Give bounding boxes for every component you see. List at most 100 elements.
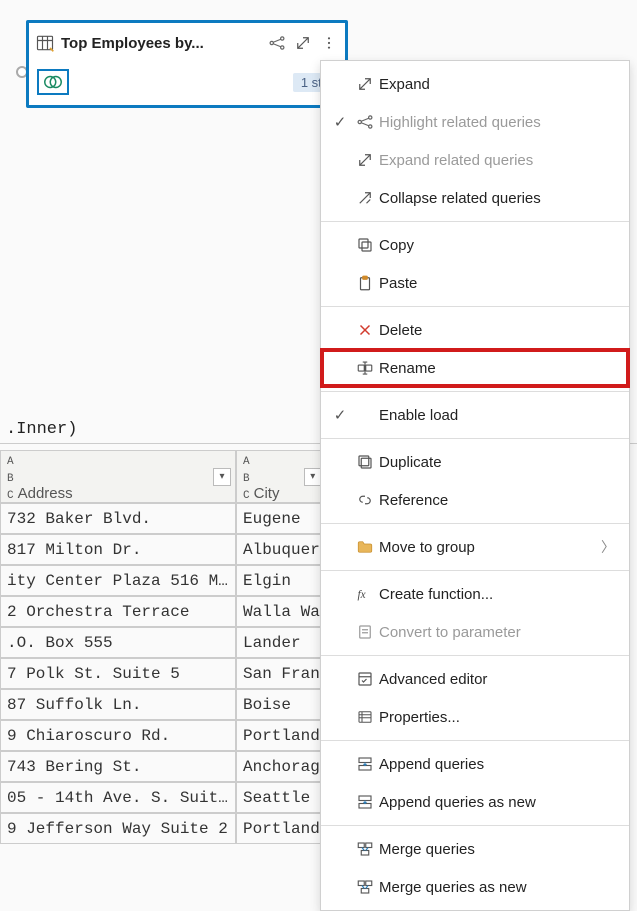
relate-icon <box>351 113 379 131</box>
menu-label: Expand related queries <box>379 152 615 169</box>
paste-icon <box>351 274 379 292</box>
cell-city: Walla Wa <box>236 596 327 627</box>
menu-label: Merge queries <box>379 841 615 858</box>
column-header[interactable]: ABC Address ▾ <box>0 450 236 503</box>
menu-label: Enable load <box>379 407 615 424</box>
table-icon <box>35 33 55 53</box>
menu-label: Append queries <box>379 756 615 773</box>
menu-separator <box>321 740 629 741</box>
expand-icon[interactable] <box>293 33 313 53</box>
expand-rel-icon <box>351 151 379 169</box>
table-row[interactable]: .O. Box 555Lander <box>0 627 351 658</box>
table-row[interactable]: 9 Jefferson Way Suite 2Portland <box>0 813 351 844</box>
folder-icon <box>351 538 379 556</box>
cell-address: .O. Box 555 <box>0 627 236 658</box>
menu-item-enable-load[interactable]: ✓ Enable load <box>321 396 629 434</box>
menu-label: Merge queries as new <box>379 879 615 896</box>
menu-item-expand[interactable]: Expand <box>321 65 629 103</box>
menu-label: Reference <box>379 492 615 509</box>
menu-item-append-queries-as-new[interactable]: Append queries as new <box>321 783 629 821</box>
menu-label: Duplicate <box>379 454 615 471</box>
menu-separator <box>321 523 629 524</box>
menu-item-create-function[interactable]: fxCreate function... <box>321 575 629 613</box>
table-row[interactable]: 87 Suffolk Ln.Boise <box>0 689 351 720</box>
cell-city: Eugene <box>236 503 327 534</box>
menu-item-merge-queries-as-new[interactable]: Merge queries as new <box>321 868 629 906</box>
menu-item-convert-to-parameter: Convert to parameter <box>321 613 629 651</box>
column-label: Address <box>18 485 73 502</box>
cell-address: 05 - 14th Ave. S. Suit… <box>0 782 236 813</box>
menu-item-paste[interactable]: Paste <box>321 264 629 302</box>
menu-item-copy[interactable]: Copy <box>321 226 629 264</box>
menu-separator <box>321 438 629 439</box>
cell-address: 732 Baker Blvd. <box>0 503 236 534</box>
menu-item-reference[interactable]: Reference <box>321 481 629 519</box>
menu-item-duplicate[interactable]: Duplicate <box>321 443 629 481</box>
menu-item-expand-related-queries: Expand related queries <box>321 141 629 179</box>
query-node-header: Top Employees by... <box>29 23 345 63</box>
table-row[interactable]: 743 Bering St.Anchorag <box>0 751 351 782</box>
table-row[interactable]: 05 - 14th Ave. S. Suit…Seattle <box>0 782 351 813</box>
cell-address: 9 Chiaroscuro Rd. <box>0 720 236 751</box>
menu-label: Copy <box>379 237 615 254</box>
menu-label: Delete <box>379 322 615 339</box>
append-icon <box>351 755 379 773</box>
menu-item-rename[interactable]: Rename <box>321 349 629 387</box>
menu-item-move-to-group[interactable]: Move to group〉 <box>321 528 629 566</box>
merge-icon <box>351 840 379 858</box>
cell-city: Anchorag <box>236 751 327 782</box>
menu-label: Append queries as new <box>379 794 615 811</box>
menu-label: Collapse related queries <box>379 190 615 207</box>
table-row[interactable]: 732 Baker Blvd.Eugene <box>0 503 351 534</box>
menu-separator <box>321 570 629 571</box>
menu-item-advanced-editor[interactable]: Advanced editor <box>321 660 629 698</box>
query-node[interactable]: Top Employees by... 1 ste <box>26 20 348 108</box>
menu-item-properties[interactable]: Properties... <box>321 698 629 736</box>
column-label: City <box>254 485 280 502</box>
menu-label: Paste <box>379 275 615 292</box>
cell-city: Lander <box>236 627 327 658</box>
more-icon[interactable] <box>319 33 339 53</box>
check-icon: ✓ <box>329 406 351 424</box>
table-row[interactable]: 9 Chiaroscuro Rd.Portland <box>0 720 351 751</box>
table-row[interactable]: ity Center Plaza 516 M…Elgin <box>0 565 351 596</box>
menu-item-highlight-related-queries: ✓Highlight related queries <box>321 103 629 141</box>
cell-city: Elgin <box>236 565 327 596</box>
menu-item-collapse-related-queries[interactable]: Collapse related queries <box>321 179 629 217</box>
table-row[interactable]: 7 Polk St. Suite 5San Fran <box>0 658 351 689</box>
menu-label: Advanced editor <box>379 671 615 688</box>
table-row[interactable]: 817 Milton Dr.Albuquer <box>0 534 351 565</box>
properties-icon <box>351 708 379 726</box>
cell-city: Seattle <box>236 782 327 813</box>
cell-address: 87 Suffolk Ln. <box>0 689 236 720</box>
type-icon: ABC <box>7 456 14 502</box>
column-header[interactable]: ABCCity▾ <box>236 450 327 503</box>
query-node-body: 1 ste <box>29 63 345 105</box>
append-new-icon <box>351 793 379 811</box>
menu-item-merge-queries[interactable]: Merge queries <box>321 830 629 868</box>
menu-label: Highlight related queries <box>379 114 615 131</box>
cell-address: 743 Bering St. <box>0 751 236 782</box>
menu-item-delete[interactable]: Delete <box>321 311 629 349</box>
query-context-menu: Expand✓Highlight related queriesExpand r… <box>320 60 630 911</box>
cell-city: San Fran <box>236 658 327 689</box>
menu-separator <box>321 306 629 307</box>
duplicate-icon <box>351 453 379 471</box>
cell-address: 2 Orchestra Terrace <box>0 596 236 627</box>
copy-icon <box>351 236 379 254</box>
filter-dropdown-icon[interactable]: ▾ <box>213 468 231 486</box>
table-row[interactable]: 2 Orchestra TerraceWalla Wa <box>0 596 351 627</box>
menu-label: Expand <box>379 76 615 93</box>
parameter-icon <box>351 623 379 641</box>
submenu-chevron-icon: 〉 <box>601 537 615 557</box>
menu-item-append-queries[interactable]: Append queries <box>321 745 629 783</box>
menu-label: Convert to parameter <box>379 624 615 641</box>
relate-icon[interactable] <box>267 33 287 53</box>
fx-icon: fx <box>351 585 379 603</box>
menu-label: Rename <box>379 360 615 377</box>
cell-address: 817 Milton Dr. <box>0 534 236 565</box>
cell-city: Boise <box>236 689 327 720</box>
rename-icon <box>351 359 379 377</box>
merge-step-chip[interactable] <box>37 69 69 95</box>
data-preview-table: ABC Address ▾ABCCity▾ ABC 732 Baker Blvd.Eu… <box>0 450 351 844</box>
